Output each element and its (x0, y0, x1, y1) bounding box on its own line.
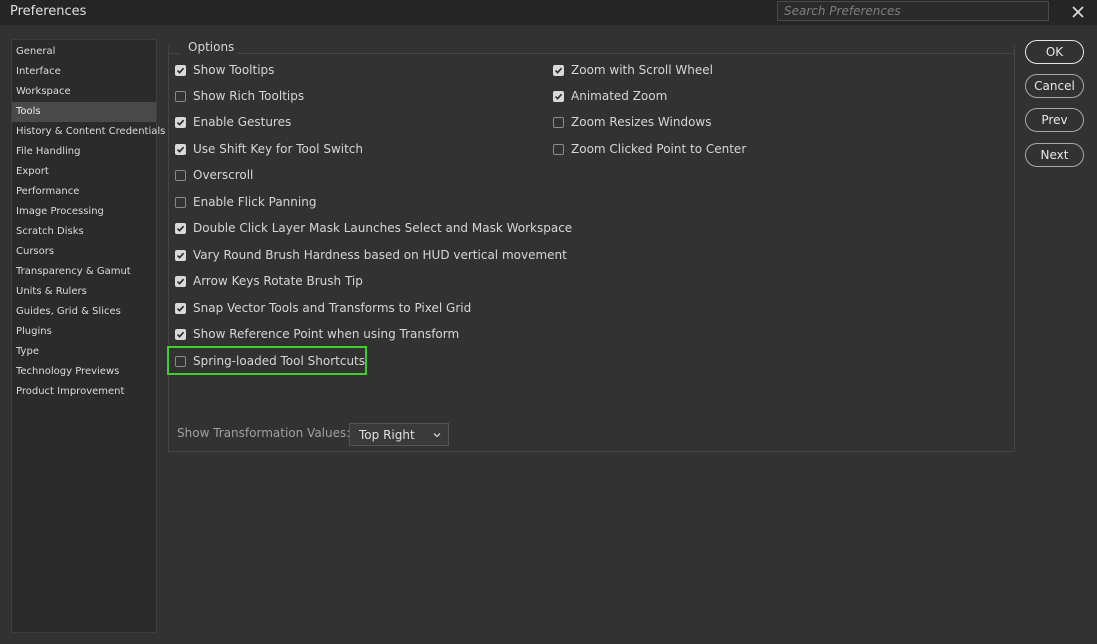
checkmark-icon (176, 278, 185, 285)
group-border (168, 53, 180, 54)
checkmark-icon (554, 93, 563, 100)
sidebar-item[interactable]: Image Processing (12, 202, 156, 222)
checkmark-icon (176, 305, 185, 312)
sidebar-item[interactable]: Scratch Disks (12, 222, 156, 242)
checkbox-unchecked[interactable] (175, 355, 186, 367)
sidebar-item[interactable]: Type (12, 342, 156, 362)
options-group-title: Options (188, 40, 235, 54)
option-checkbox-row[interactable]: Zoom Clicked Point to Center (553, 140, 746, 158)
window-title: Preferences (10, 4, 87, 19)
option-checkbox-row[interactable]: Use Shift Key for Tool Switch (175, 140, 363, 158)
checkbox-checked[interactable] (175, 143, 186, 155)
checkbox-checked[interactable] (175, 275, 186, 287)
transformation-values-label: Show Transformation Values: (177, 426, 351, 440)
sidebar-item[interactable]: Workspace (12, 82, 156, 102)
ok-button[interactable]: OK (1025, 40, 1084, 64)
option-label: Animated Zoom (571, 89, 668, 103)
option-label: Double Click Layer Mask Launches Select … (193, 221, 573, 235)
option-label: Zoom Resizes Windows (571, 115, 712, 129)
option-label: Overscroll (193, 168, 254, 182)
sidebar-item[interactable]: Product Improvement (12, 382, 156, 402)
sidebar-item[interactable]: General (12, 42, 156, 62)
checkbox-checked[interactable] (175, 302, 186, 314)
chevron-down-icon (433, 433, 441, 438)
transformation-values-selected: Top Right (359, 427, 415, 442)
checkbox-unchecked[interactable] (175, 90, 186, 102)
next-button[interactable]: Next (1025, 143, 1084, 167)
group-border (237, 53, 1015, 54)
cancel-button[interactable]: Cancel (1025, 74, 1084, 98)
checkbox-checked[interactable] (175, 116, 186, 128)
option-label: Enable Gestures (193, 115, 292, 129)
sidebar-item[interactable]: Tools (12, 102, 156, 122)
checkmark-icon (176, 252, 185, 259)
sidebar-item[interactable]: Performance (12, 182, 156, 202)
sidebar-item[interactable]: File Handling (12, 142, 156, 162)
option-checkbox-row[interactable]: Zoom with Scroll Wheel (553, 61, 713, 79)
option-label: Show Reference Point when using Transfor… (193, 327, 460, 341)
checkmark-icon (176, 67, 185, 74)
option-label: Show Tooltips (193, 63, 275, 77)
checkmark-icon (176, 225, 185, 232)
option-label: Use Shift Key for Tool Switch (193, 142, 364, 156)
option-label: Arrow Keys Rotate Brush Tip (193, 274, 363, 288)
checkbox-unchecked[interactable] (175, 196, 186, 208)
option-checkbox-row[interactable]: Animated Zoom (553, 87, 667, 105)
checkmark-icon (176, 331, 185, 338)
option-checkbox-row[interactable]: Arrow Keys Rotate Brush Tip (175, 272, 363, 290)
sidebar-item[interactable]: Guides, Grid & Slices (12, 302, 156, 322)
option-checkbox-row[interactable]: Show Tooltips (175, 61, 274, 79)
transformation-values-select[interactable]: Top Right (349, 423, 449, 446)
option-label: Zoom with Scroll Wheel (571, 63, 713, 77)
checkbox-checked[interactable] (175, 328, 186, 340)
option-checkbox-row[interactable]: Zoom Resizes Windows (553, 113, 712, 131)
option-checkbox-row[interactable]: Snap Vector Tools and Transforms to Pixe… (175, 299, 471, 317)
sidebar-item[interactable]: History & Content Credentials (12, 122, 165, 142)
sidebar-item[interactable]: Plugins (12, 322, 156, 342)
option-label: Show Rich Tooltips (193, 89, 305, 103)
search-input[interactable] (777, 1, 1049, 21)
option-label: Snap Vector Tools and Transforms to Pixe… (193, 301, 472, 315)
preferences-sidebar: General Interface Workspace Tools History & … (11, 39, 165, 633)
sidebar-item[interactable]: Cursors (12, 242, 156, 262)
checkbox-checked[interactable] (175, 222, 186, 234)
checkmark-icon (176, 119, 185, 126)
checkbox-checked[interactable] (175, 64, 186, 76)
checkbox-unchecked[interactable] (175, 169, 186, 181)
sidebar-item[interactable]: Export (12, 162, 156, 182)
checkmark-icon (176, 146, 185, 153)
checkbox-unchecked[interactable] (553, 116, 564, 128)
option-checkbox-row[interactable]: Show Reference Point when using Transfor… (175, 325, 459, 343)
option-checkbox-row[interactable]: Enable Flick Panning (175, 193, 316, 211)
option-label: Zoom Clicked Point to Center (571, 142, 747, 156)
sidebar-item[interactable]: Interface (12, 62, 156, 82)
title-bar: Preferences (0, 0, 1097, 25)
close-button[interactable] (1066, 2, 1090, 22)
option-checkbox-row[interactable]: Vary Round Brush Hardness based on HUD v… (175, 246, 567, 264)
checkbox-checked[interactable] (553, 90, 564, 102)
option-label: Enable Flick Panning (193, 195, 317, 209)
option-checkbox-row[interactable]: Show Rich Tooltips (175, 87, 304, 105)
checkbox-checked[interactable] (175, 249, 186, 261)
sidebar-item[interactable]: Technology Previews (12, 362, 156, 382)
option-checkbox-row[interactable]: Spring-loaded Tool Shortcuts (175, 352, 365, 370)
checkbox-checked[interactable] (553, 64, 564, 76)
checkbox-unchecked[interactable] (553, 143, 564, 155)
close-icon (1072, 6, 1084, 18)
sidebar-item[interactable]: Units & Rulers (12, 282, 156, 302)
option-label: Spring-loaded Tool Shortcuts (193, 354, 366, 368)
checkmark-icon (554, 67, 563, 74)
option-label: Vary Round Brush Hardness based on HUD v… (193, 248, 567, 262)
option-checkbox-row[interactable]: Double Click Layer Mask Launches Select … (175, 219, 572, 237)
prev-button[interactable]: Prev (1025, 108, 1084, 132)
sidebar-item[interactable]: Transparency & Gamut (12, 262, 156, 282)
option-checkbox-row[interactable]: Overscroll (175, 166, 253, 184)
option-checkbox-row[interactable]: Enable Gestures (175, 113, 291, 131)
